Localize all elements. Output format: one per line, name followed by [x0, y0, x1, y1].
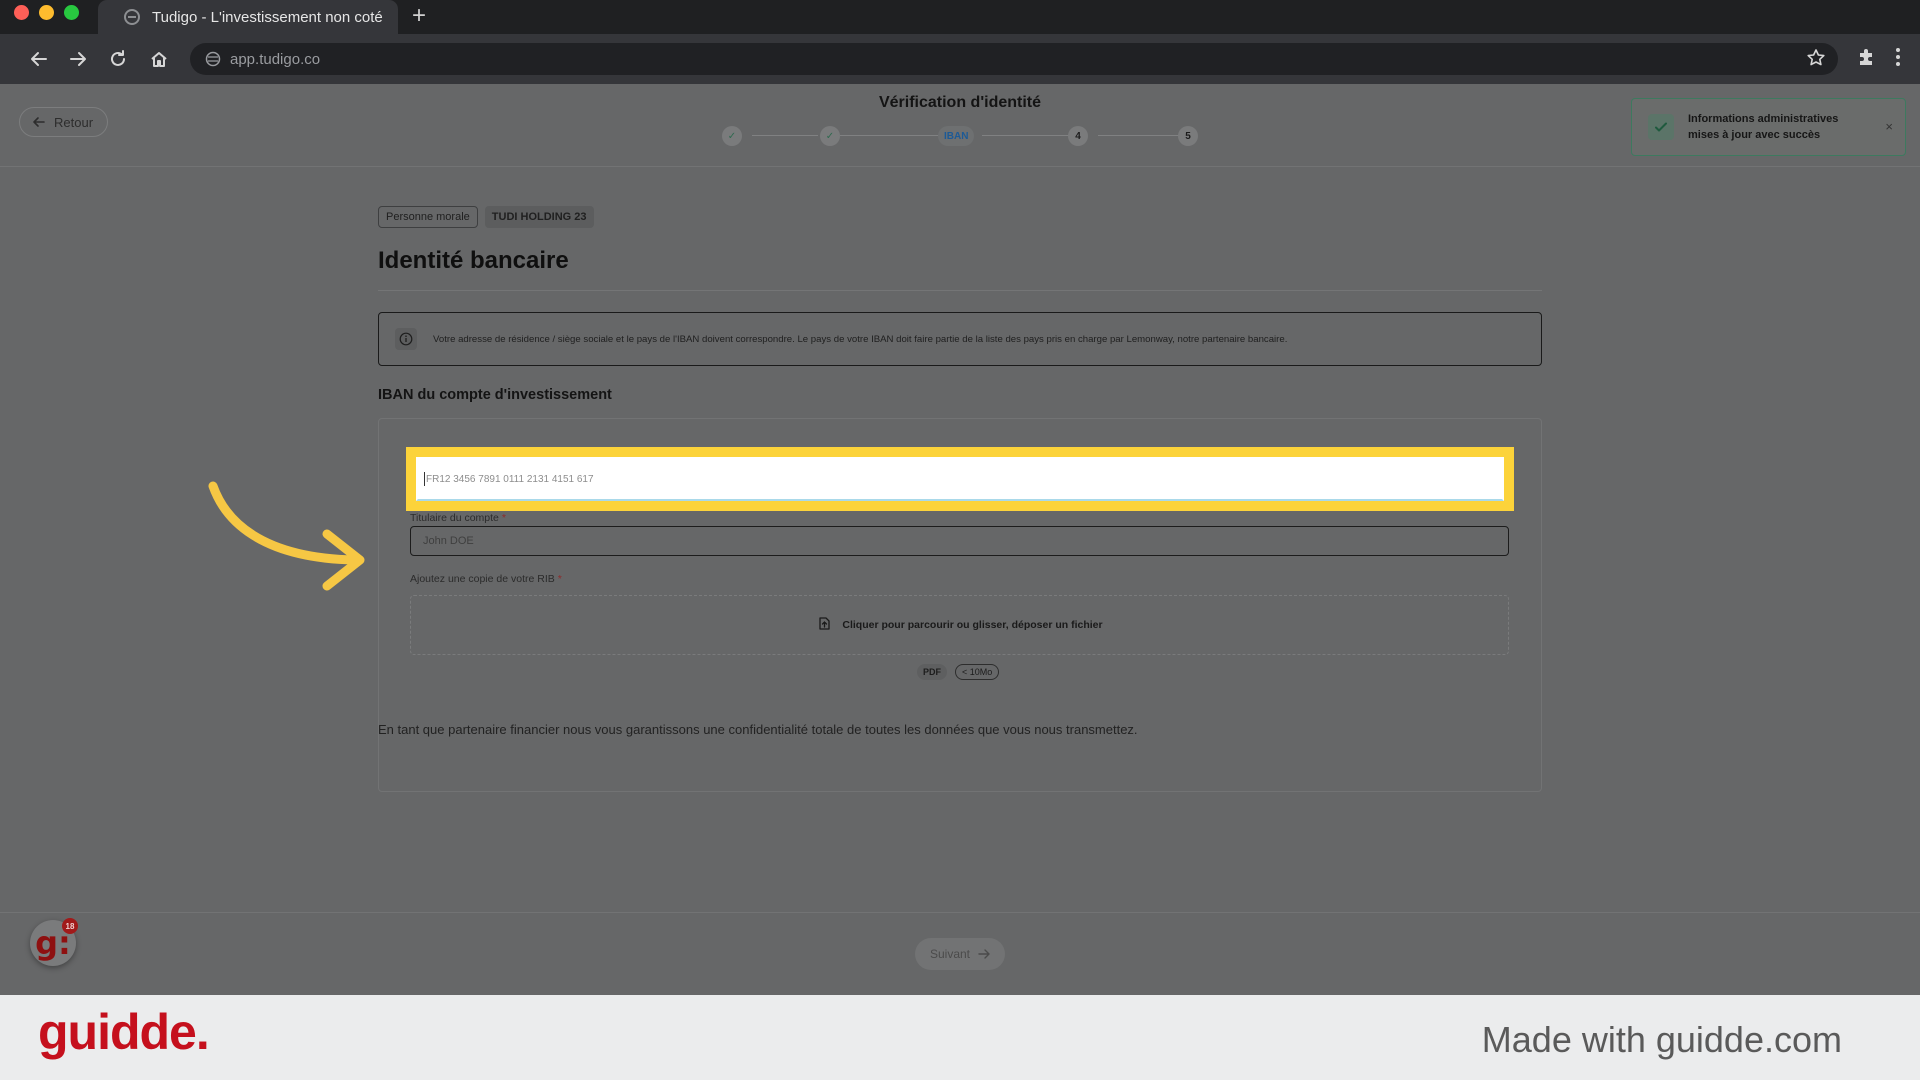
back-label: Retour — [54, 114, 94, 130]
step-1-done[interactable]: ✓ — [722, 126, 742, 146]
guidde-footer: guidde. Made with guidde.com — [0, 995, 1920, 1080]
guidde-logo: guidde. — [38, 1004, 210, 1060]
info-text: Votre adresse de résidence / siège socia… — [433, 333, 1288, 345]
holder-placeholder: John DOE — [423, 535, 474, 547]
title-divider — [378, 290, 1542, 291]
account-holder-input[interactable]: John DOE — [410, 526, 1509, 556]
notification-count-badge: 18 — [62, 918, 78, 934]
holder-label: Titulaire du compte * — [410, 512, 506, 524]
zoom-window-button[interactable] — [64, 5, 79, 20]
bookmark-star-icon[interactable] — [1806, 48, 1826, 73]
step-connector — [1098, 135, 1188, 136]
iban-input[interactable]: FR12 3456 7891 0111 2131 4151 617 — [416, 457, 1504, 501]
toast-close-icon[interactable]: × — [1885, 119, 1893, 134]
iban-placeholder: FR12 3456 7891 0111 2131 4151 617 — [426, 473, 594, 485]
step-connector — [982, 135, 1076, 136]
close-window-button[interactable] — [14, 5, 29, 20]
back-arrow-icon[interactable] — [26, 46, 52, 72]
entity-badges: Personne morale TUDI HOLDING 23 — [378, 206, 594, 228]
arrow-left-icon — [33, 117, 45, 127]
required-mark: * — [501, 512, 506, 524]
minimize-window-button[interactable] — [39, 5, 54, 20]
extensions-puzzle-icon[interactable] — [1856, 46, 1878, 73]
tab-title: Tudigo - L'investissement non coté — [152, 8, 383, 26]
pointer-arrow-icon — [208, 481, 365, 591]
rib-label-text: Ajoutez une copie de votre RIB — [410, 573, 555, 585]
success-toast: Informations administratives mises à jou… — [1631, 98, 1906, 156]
next-button[interactable]: Suivant — [915, 938, 1005, 970]
progress-stepper: ✓ ✓ IBAN 4 5 — [720, 124, 1200, 148]
globe-icon — [124, 9, 140, 25]
next-label: Suivant — [929, 947, 971, 961]
header-divider — [0, 166, 1920, 167]
browser-menu-icon[interactable] — [1894, 46, 1902, 73]
info-icon — [395, 328, 417, 350]
made-with-text: Made with guidde.com — [1481, 1019, 1842, 1060]
step-5: 5 — [1178, 126, 1198, 146]
page-title: Identité bancaire — [378, 247, 569, 274]
entity-name-badge: TUDI HOLDING 23 — [484, 206, 594, 228]
iban-section-label: IBAN du compte d'investissement — [378, 387, 612, 403]
browser-titlebar: Tudigo - L'investissement non coté + — [0, 0, 1920, 34]
confidentiality-note: En tant que partenaire financier nous vo… — [378, 722, 1138, 737]
required-mark: * — [557, 573, 562, 585]
step-connector — [752, 135, 818, 136]
file-size-tag: < 10Mo — [955, 664, 1000, 680]
forward-arrow-icon[interactable] — [65, 46, 91, 72]
url-text: app.tudigo.co — [230, 50, 321, 68]
check-icon — [1648, 114, 1674, 140]
info-alert: Votre adresse de résidence / siège socia… — [378, 312, 1542, 366]
new-tab-button[interactable]: + — [406, 2, 432, 30]
site-info-icon[interactable] — [204, 50, 222, 68]
file-type-tag: PDF — [917, 664, 947, 680]
page-content: Retour Vérification d'identité ✓ ✓ IBAN … — [0, 84, 1920, 995]
reload-icon[interactable] — [105, 46, 131, 72]
rib-file-dropzone[interactable]: Cliquer pour parcourir ou glisser, dépos… — [410, 595, 1509, 655]
upload-file-icon — [816, 615, 832, 636]
footer-divider — [0, 912, 1920, 913]
step-4: 4 — [1068, 126, 1088, 146]
toast-message: Informations administratives mises à jou… — [1688, 113, 1839, 141]
back-button[interactable]: Retour — [19, 107, 109, 137]
address-bar[interactable]: app.tudigo.co — [190, 43, 1838, 75]
file-requirements: PDF < 10Mo — [917, 664, 1000, 680]
arrow-right-icon — [978, 949, 990, 959]
rib-label: Ajoutez une copie de votre RIB * — [410, 573, 562, 585]
browser-toolbar: app.tudigo.co — [0, 34, 1920, 84]
home-icon[interactable] — [146, 46, 172, 72]
text-caret — [424, 472, 425, 486]
holder-label-text: Titulaire du compte — [410, 512, 499, 524]
step-3-active[interactable]: IBAN — [938, 126, 975, 146]
step-connector — [840, 135, 948, 136]
stepper-title: Vérification d'identité — [878, 94, 1042, 111]
browser-tab[interactable]: Tudigo - L'investissement non coté — [98, 0, 398, 34]
dropzone-text: Cliquer pour parcourir ou glisser, dépos… — [842, 619, 1103, 631]
step-2-done[interactable]: ✓ — [820, 126, 840, 146]
entity-type-badge: Personne morale — [378, 206, 478, 228]
